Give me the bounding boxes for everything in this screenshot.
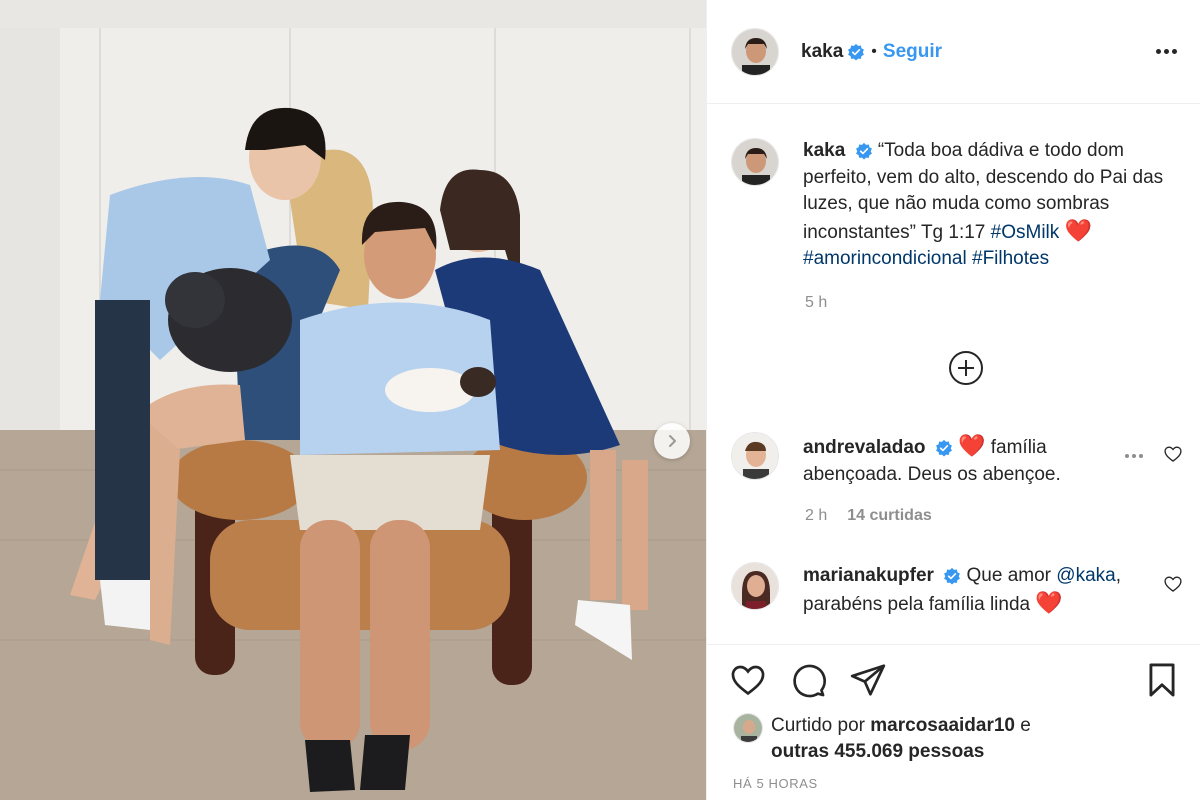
post-caption: kaka “Toda boa dádiva e todo dom perfeit…	[731, 138, 1191, 273]
share-icon[interactable]	[849, 661, 887, 699]
avatar-image	[732, 563, 778, 609]
likes-count[interactable]: outras 455.069 pessoas	[771, 741, 984, 762]
heart-emoji: ❤️	[958, 433, 986, 458]
commenter-avatar[interactable]	[731, 432, 779, 480]
avatar-image	[734, 714, 762, 742]
commenter-avatar[interactable]	[731, 562, 779, 610]
commenter-username[interactable]: marianakupfer	[803, 565, 934, 586]
posted-time[interactable]: HÁ 5 HORAS	[733, 776, 818, 791]
comment-text: marianakupfer Que amor @kaka, parabéns p…	[803, 562, 1123, 618]
comment-time[interactable]: 2 h	[805, 507, 827, 525]
post-photo[interactable]	[0, 0, 706, 800]
caption-username[interactable]: kaka	[803, 140, 845, 161]
liked-by-prefix: Curtido por	[771, 715, 865, 736]
post-header: kaka • Seguir	[707, 0, 1200, 104]
comment-text: andrevaladao ❤️ família abençoada. Deus …	[803, 432, 1123, 488]
avatar-image	[732, 28, 778, 75]
next-arrow-icon	[669, 435, 676, 447]
liked-by-user[interactable]: marcosaaidar10	[870, 715, 1015, 736]
liker-avatar[interactable]	[733, 713, 763, 743]
comment-like-heart-icon[interactable]	[1163, 574, 1183, 594]
hashtag-amorincondicional[interactable]: #amorincondicional	[803, 248, 967, 269]
comment-more-options-icon[interactable]	[1125, 454, 1143, 458]
verified-badge-icon	[855, 142, 872, 160]
comment-likes-count[interactable]: 14 curtidas	[847, 507, 931, 525]
comment-item: andrevaladao ❤️ família abençoada. Deus …	[731, 432, 1191, 488]
post-actions: Curtido por marcosaaidar10 e outras 455.…	[707, 644, 1200, 800]
likes-text: Curtido por marcosaaidar10 e outras 455.…	[771, 713, 1031, 765]
comment-body: Que amor	[966, 565, 1051, 586]
comment-like-heart-icon[interactable]	[1163, 444, 1183, 464]
mention-link[interactable]: @kaka	[1056, 565, 1115, 586]
post-details-panel: kaka • Seguir kaka “Toda boa dádiva e to…	[706, 0, 1200, 800]
comment-item: marianakupfer Que amor @kaka, parabéns p…	[731, 562, 1191, 618]
heart-emoji: ❤️	[1035, 590, 1063, 615]
avatar-image	[732, 433, 778, 479]
comment-icon[interactable]	[789, 661, 827, 699]
hashtag-filhotes[interactable]: #Filhotes	[972, 248, 1049, 269]
load-more-plus-icon[interactable]	[948, 350, 984, 386]
bookmark-icon[interactable]	[1143, 661, 1181, 699]
more-options-icon[interactable]	[1156, 49, 1177, 54]
caption-text: kaka “Toda boa dádiva e todo dom perfeit…	[803, 138, 1191, 273]
family-photo-illustration	[0, 0, 706, 800]
heart-emoji: ❤️	[1064, 217, 1092, 243]
verified-badge-icon	[935, 439, 952, 457]
comment-meta: 2 h 14 curtidas	[805, 507, 932, 525]
hashtag-osmilk[interactable]: #OsMilk	[991, 222, 1060, 243]
likes-summary: Curtido por marcosaaidar10 e outras 455.…	[733, 713, 1031, 765]
commenter-username[interactable]: andrevaladao	[803, 437, 926, 458]
liked-by-connector: e	[1020, 715, 1031, 736]
verified-badge-icon	[944, 567, 961, 585]
separator-dot: •	[871, 42, 877, 60]
heart-icon[interactable]	[729, 661, 767, 699]
verified-badge-icon	[848, 43, 865, 61]
avatar-image	[732, 139, 778, 185]
caption-author-avatar[interactable]	[731, 138, 779, 186]
next-photo-button[interactable]	[654, 423, 690, 459]
author-avatar[interactable]	[731, 27, 779, 76]
author-username[interactable]: kaka	[801, 41, 843, 63]
caption-time[interactable]: 5 h	[805, 294, 827, 312]
follow-button[interactable]: Seguir	[883, 41, 942, 63]
